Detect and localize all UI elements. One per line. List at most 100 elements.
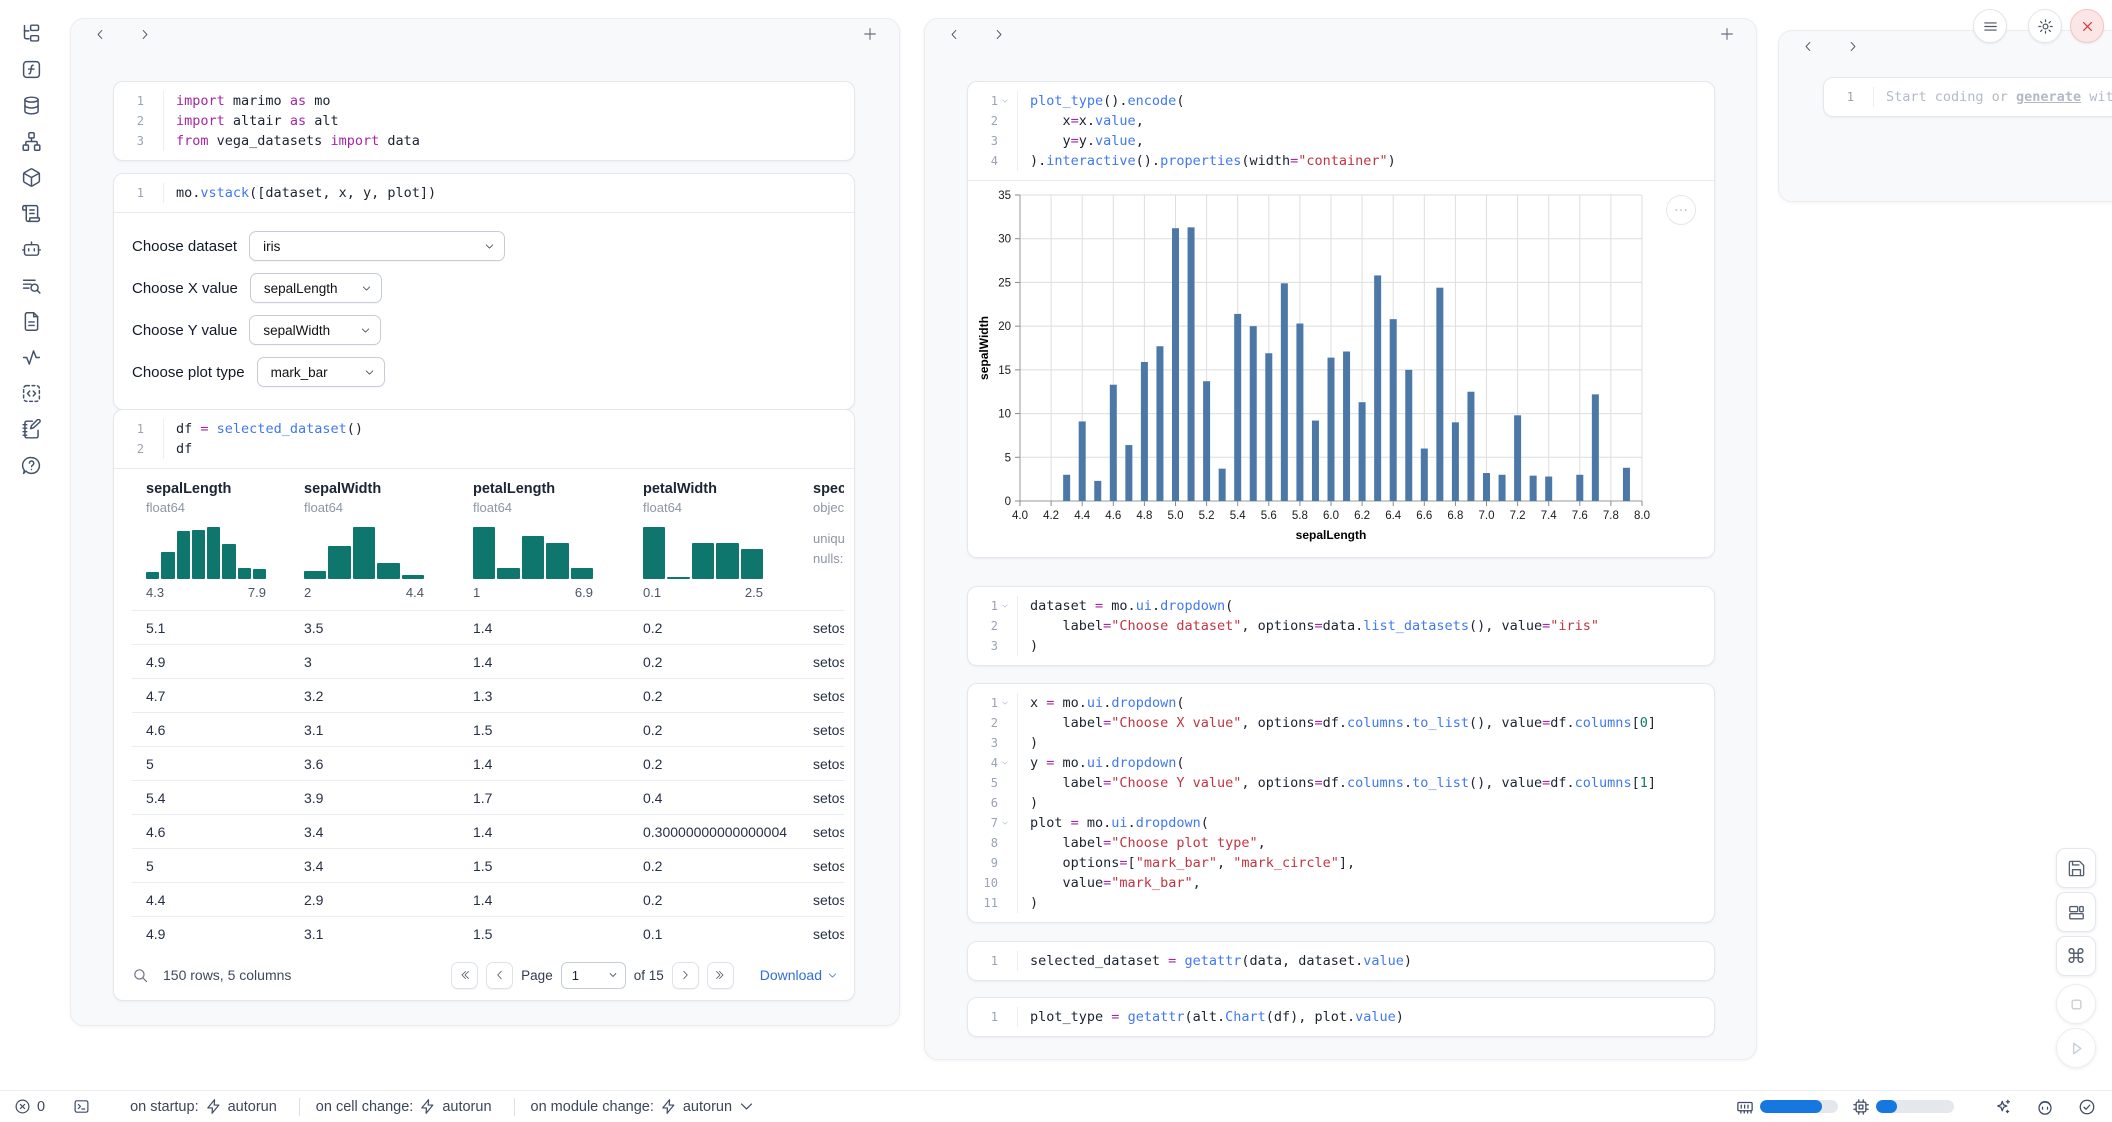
column-header-sepalWidth[interactable]: sepalWidthfloat6424.4 <box>290 481 459 610</box>
run-button[interactable] <box>2056 1028 2096 1068</box>
code-editor-empty[interactable]: 1 Start coding or generate with <box>1824 78 2112 116</box>
layout-button[interactable] <box>2056 892 2096 932</box>
column-range: 24.4 <box>304 585 424 610</box>
on-module-change-setting[interactable]: on module change: autorun <box>531 1098 752 1115</box>
column-scroll-left-button[interactable] <box>87 21 113 47</box>
search-icon[interactable] <box>132 967 149 984</box>
table-cell: 0.30000000000000004 <box>629 824 799 840</box>
fold-chevron-icon[interactable] <box>998 693 1011 713</box>
next-page-button[interactable] <box>672 962 699 989</box>
sidebar-item-list-search[interactable] <box>13 276 49 297</box>
table-cell: 5.1 <box>132 620 290 636</box>
column-header-species[interactable]: speciesobjectunique:nulls: <box>799 481 844 610</box>
sidebar-item-code-square[interactable] <box>13 384 49 405</box>
errors-indicator[interactable]: 0 <box>14 1098 45 1115</box>
table-row[interactable]: 5.13.51.40.2setosa <box>132 610 844 644</box>
table-row[interactable]: 4.93.11.50.1setosa <box>132 916 844 950</box>
code-editor-df[interactable]: 1df = selected_dataset()2df <box>114 410 854 468</box>
table-cell: 0.2 <box>629 756 799 772</box>
table-row[interactable]: 5.43.91.70.4setosa <box>132 780 844 814</box>
column-header-petalLength[interactable]: petalLengthfloat6416.9 <box>459 481 629 610</box>
code-editor-selected[interactable]: 1selected_dataset = getattr(data, datase… <box>968 942 1714 980</box>
save-button[interactable] <box>2056 848 2096 888</box>
sidebar-item-file-tree[interactable] <box>13 24 49 45</box>
dropdown-select-choose-plot-type[interactable]: mark_bar <box>257 357 385 387</box>
cell-dataframe: 1df = selected_dataset()2df sepalLengthf… <box>113 409 855 1001</box>
fold-chevron-icon[interactable] <box>998 753 1011 773</box>
code-editor-dataset[interactable]: 1dataset = mo.ui.dropdown(2 label="Choos… <box>968 587 1714 665</box>
sidebar-item-scroll-text[interactable] <box>13 204 49 225</box>
sidebar-item-help-circle[interactable] <box>13 456 49 477</box>
dropdown-select-choose-dataset[interactable]: iris <box>249 231 505 261</box>
add-cell-button[interactable] <box>857 21 883 47</box>
table-row[interactable]: 53.41.50.2setosa <box>132 848 844 882</box>
sidebar-item-package[interactable] <box>13 168 49 189</box>
column-scroll-right-button[interactable] <box>1839 33 1865 59</box>
connection-status-button[interactable] <box>2076 1096 2098 1118</box>
command-palette-button[interactable]: ⌘ <box>2056 936 2096 976</box>
chevron-down-icon <box>738 1098 751 1115</box>
column-dtype: float64 <box>304 500 459 515</box>
fold-chevron-icon[interactable] <box>998 91 1011 111</box>
first-page-button[interactable] <box>451 962 478 989</box>
chart-actions-button[interactable] <box>1666 195 1696 225</box>
bar-chart[interactable]: 4.04.24.44.64.85.05.25.45.65.86.06.26.46… <box>976 183 1676 555</box>
code-editor-xyplot[interactable]: 1x = mo.ui.dropdown(2 label="Choose X va… <box>968 684 1714 922</box>
add-cell-button[interactable] <box>1714 21 1740 47</box>
column-scroll-right-button[interactable] <box>131 21 157 47</box>
activity-icon <box>21 347 42 371</box>
table-row[interactable]: 4.73.21.30.2setosa <box>132 678 844 712</box>
cpu-meter[interactable] <box>1852 1098 1954 1116</box>
svg-text:25: 25 <box>998 277 1011 289</box>
prev-page-button[interactable] <box>486 962 513 989</box>
settings-button[interactable] <box>2028 9 2062 43</box>
stop-button[interactable] <box>2056 984 2096 1024</box>
column-header-sepalLength[interactable]: sepalLengthfloat644.37.9 <box>132 481 290 610</box>
code-editor-plot[interactable]: 1plot_type().encode(2 x=x.value,3 y=y.va… <box>968 82 1714 180</box>
column-histogram <box>473 527 593 579</box>
on-startup-setting[interactable]: on startup: autorun <box>130 1098 277 1115</box>
sidebar-item-network[interactable] <box>13 132 49 153</box>
table-row[interactable]: 4.42.91.40.2setosa <box>132 882 844 916</box>
on-cell-change-setting[interactable]: on cell change: autorun <box>316 1098 492 1115</box>
fold-chevron-icon[interactable] <box>998 813 1011 833</box>
last-page-button[interactable] <box>707 962 734 989</box>
terminal-button[interactable] <box>73 1098 90 1115</box>
memory-meter[interactable] <box>1736 1098 1838 1116</box>
sidebar-item-notebook-pen[interactable] <box>13 420 49 441</box>
table-row[interactable]: 4.63.11.50.2setosa <box>132 712 844 746</box>
table-row[interactable]: 4.931.40.2setosa <box>132 644 844 678</box>
table-row[interactable]: 53.61.40.2setosa <box>132 746 844 780</box>
line-number: 3 <box>968 131 998 151</box>
dropdown-select-choose-y-value[interactable]: sepalWidth <box>249 315 381 345</box>
shutdown-button[interactable] <box>2070 9 2104 43</box>
column-scroll-left-button[interactable] <box>941 21 967 47</box>
line-number: 11 <box>968 893 998 913</box>
column-scroll-right-button[interactable] <box>985 21 1011 47</box>
sidebar-item-activity[interactable] <box>13 348 49 369</box>
sidebar-item-bot-message[interactable] <box>13 240 49 261</box>
sidebar-item-database[interactable] <box>13 96 49 117</box>
code-line-text: import marimo as mo <box>163 91 330 111</box>
fold-chevron-icon[interactable] <box>998 596 1011 616</box>
copilot-button[interactable] <box>2034 1096 2056 1118</box>
column-header-petalWidth[interactable]: petalWidthfloat640.12.5 <box>629 481 799 610</box>
column-scroll-left-button[interactable] <box>1795 33 1821 59</box>
code-editor-imports[interactable]: 1import marimo as mo2import altair as al… <box>114 82 854 160</box>
page-select[interactable]: 1 <box>561 962 626 989</box>
sidebar-item-file-text[interactable] <box>13 312 49 333</box>
dropdown-select-choose-x-value[interactable]: sepalLength <box>250 273 382 303</box>
svg-text:7.6: 7.6 <box>1572 510 1588 522</box>
ai-sparkles-button[interactable] <box>1992 1096 2014 1118</box>
svg-text:4.0: 4.0 <box>1012 510 1028 522</box>
menu-button[interactable] <box>1973 9 2007 43</box>
line-number: 1 <box>968 596 998 616</box>
code-editor-vstack[interactable]: 1mo.vstack([dataset, x, y, plot]) <box>114 174 854 212</box>
sidebar-item-function-square[interactable] <box>13 60 49 81</box>
table-cell: 0.1 <box>629 926 799 942</box>
code-editor-plottype[interactable]: 1plot_type = getattr(alt.Chart(df), plot… <box>968 998 1714 1036</box>
generate-link[interactable]: generate <box>2016 89 2081 105</box>
code-line-text: mo.vstack([dataset, x, y, plot]) <box>163 183 436 203</box>
table-row[interactable]: 4.63.41.40.30000000000000004setosa <box>132 814 844 848</box>
download-button[interactable]: Download <box>754 966 844 984</box>
